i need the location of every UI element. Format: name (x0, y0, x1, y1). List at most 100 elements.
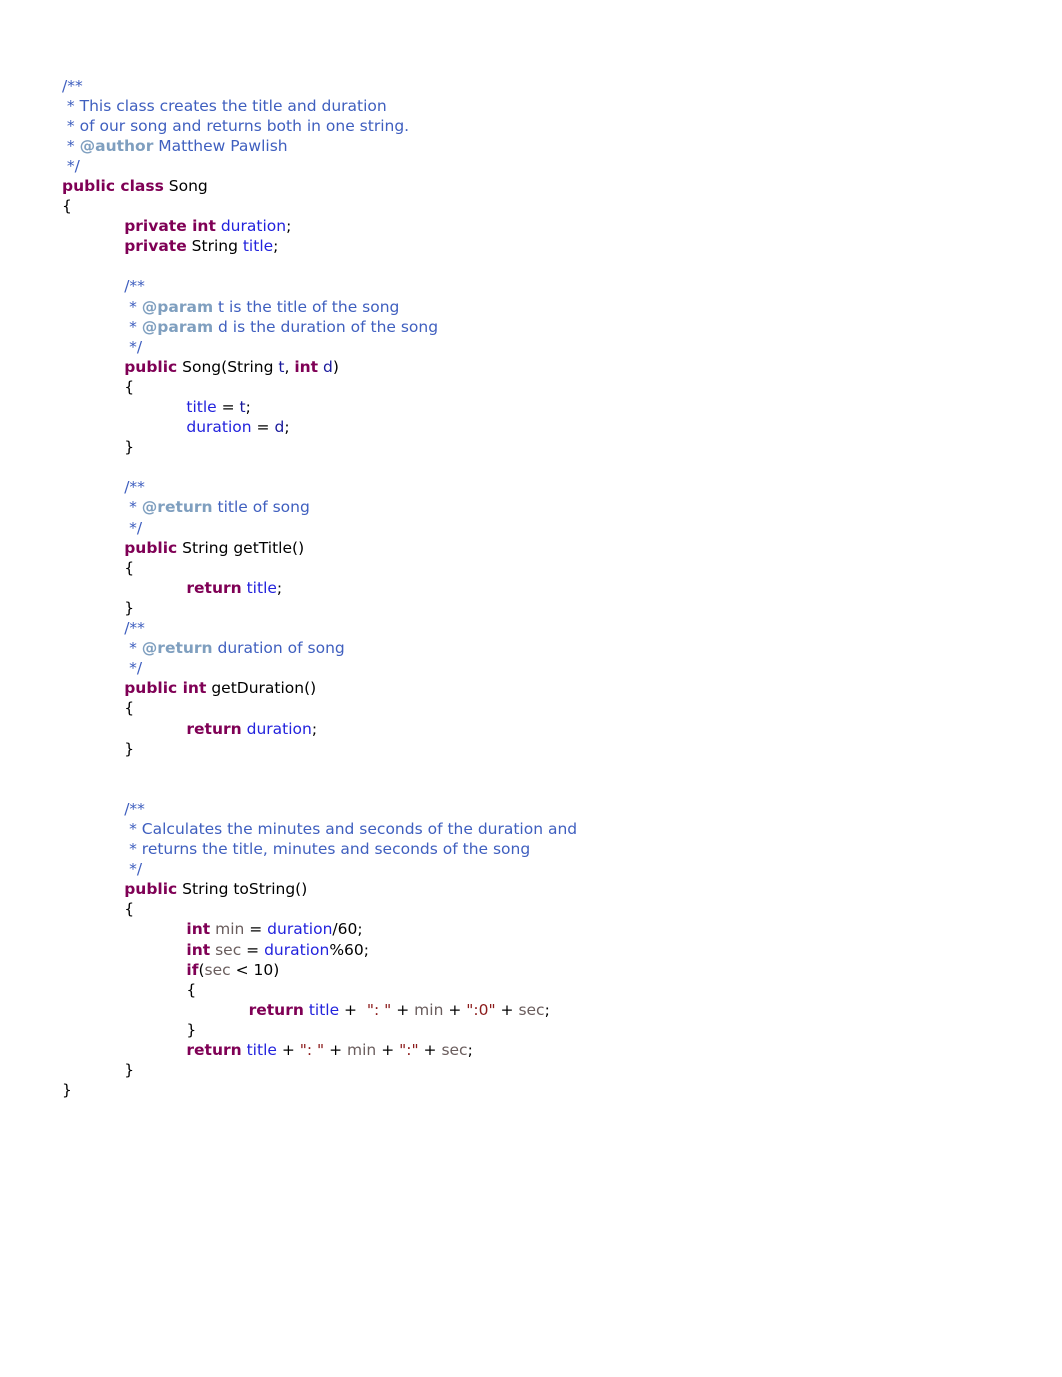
code-line: return title; (62, 578, 1022, 598)
code-token-pln: + (324, 1041, 348, 1059)
code-token-loc: sec (518, 1000, 545, 1019)
code-token-kw: public (124, 538, 178, 557)
code-token-kw: private (124, 237, 187, 256)
code-token-kw: return (186, 578, 242, 597)
code-token-pln: /60; (332, 920, 363, 939)
code-token-cmt: */ (124, 518, 143, 537)
code-token-cmt: * This class creates the title and durat… (62, 96, 387, 115)
code-token-pln: String getTitle() (177, 538, 305, 557)
code-line: */ (62, 658, 1022, 678)
code-line: return duration; (62, 719, 1022, 739)
code-token-fld: duration (186, 418, 252, 437)
code-token-pln: ; (276, 578, 283, 597)
code-token-pln: ; (284, 418, 290, 437)
code-token-pln: = (251, 418, 275, 437)
code-token-cmt: * (124, 639, 142, 658)
code-line: public int getDuration() (62, 678, 1022, 698)
code-line: title = t; (62, 397, 1022, 417)
code-token-pln: Song(String (177, 357, 279, 376)
code-token-cmt-tag: @return (141, 498, 213, 517)
code-line: { (62, 899, 1022, 919)
code-token-prm: d (274, 418, 285, 437)
code-token-cmt-tag: @param (141, 297, 214, 316)
code-line: * returns the title, minutes and seconds… (62, 839, 1022, 859)
code-line: { (62, 980, 1022, 1000)
code-token-loc: min (215, 920, 245, 939)
code-token-cmt: * (124, 498, 142, 517)
code-token-pln: + (376, 1041, 400, 1059)
code-token-cmt: /** (124, 478, 145, 497)
code-token-pln: { (124, 377, 135, 396)
code-token-loc: min (414, 1000, 444, 1019)
code-token-cmt: /** (124, 619, 145, 638)
code-token-cmt: */ (62, 156, 80, 175)
code-token-str: ":" (399, 1041, 419, 1059)
code-token-cmt: * (124, 297, 142, 316)
code-token-kw: int (294, 357, 319, 376)
code-token-pln: + (339, 1000, 367, 1019)
code-line: } (62, 739, 1022, 759)
code-token-pln: , (284, 357, 295, 376)
code-token-cmt: * of our song and returns both in one st… (62, 116, 410, 135)
code-token-fld: title (308, 1000, 340, 1019)
code-line: { (62, 558, 1022, 578)
code-line: * Calculates the minutes and seconds of … (62, 819, 1022, 839)
code-line: public String getTitle() (62, 538, 1022, 558)
code-line: /** (62, 618, 1022, 638)
code-token-kw: return (186, 719, 242, 738)
code-token-loc: sec (204, 960, 231, 979)
code-line: * of our song and returns both in one st… (62, 116, 1022, 136)
code-token-kw: public (124, 880, 178, 899)
code-line: * @param d is the duration of the song (62, 317, 1022, 337)
code-token-cmt: t is the title of the song (213, 297, 400, 316)
code-token-pln: + (495, 1000, 519, 1019)
code-token-fld: title (246, 1041, 277, 1059)
code-line: } (62, 1020, 1022, 1040)
code-token-cmt: title of song (212, 498, 310, 517)
code-token-fld: duration (267, 920, 333, 939)
code-token-str: ": " (299, 1041, 325, 1059)
code-token-cmt: Matthew Pawlish (153, 136, 288, 155)
code-token-pln: ; (245, 398, 251, 416)
code-token-kw: return (248, 1000, 304, 1019)
code-line: } (62, 1060, 1022, 1080)
code-token-pln: } (124, 739, 135, 758)
code-token-pln: { (186, 980, 197, 999)
code-line: return title + ": " + min + ":0" + sec; (62, 1000, 1022, 1020)
code-token-cmt: * Calculates the minutes and seconds of … (124, 819, 578, 838)
code-token-pln: < 10) (230, 960, 280, 979)
code-token-loc: sec (215, 940, 242, 959)
code-line: */ (62, 156, 1022, 176)
code-token-pln: + (418, 1041, 442, 1059)
code-token-cmt: /** (124, 799, 145, 818)
code-line: * @return title of song (62, 497, 1022, 517)
code-line: * This class creates the title and durat… (62, 96, 1022, 116)
code-token-cmt: */ (124, 860, 143, 879)
code-line: public Song(String t, int d) (62, 357, 1022, 377)
code-token-pln: + (443, 1000, 467, 1019)
code-line: { (62, 377, 1022, 397)
code-token-pln: = (244, 920, 268, 939)
code-token-pln: getDuration() (206, 679, 317, 698)
code-token-str: ": " (366, 1000, 392, 1019)
code-line: } (62, 598, 1022, 618)
code-token-cmt: * (124, 317, 142, 336)
code-token-kw: public class (62, 176, 164, 195)
code-token-cmt: /** (62, 76, 83, 95)
code-token-prm: d (323, 357, 333, 376)
code-line: int sec = duration%60; (62, 940, 1022, 960)
code-token-pln: = (241, 940, 265, 959)
code-token-loc: sec (441, 1041, 468, 1059)
code-token-cmt: d is the duration of the song (213, 317, 439, 336)
code-token-kw: public int (124, 679, 207, 698)
code-line: /** (62, 76, 1022, 96)
code-token-pln: { (62, 197, 72, 216)
code-token-fld: duration (220, 217, 287, 236)
code-line: /** (62, 477, 1022, 497)
code-token-kw: if (186, 960, 199, 979)
code-token-pln: { (124, 699, 135, 718)
code-token-str: ":0" (466, 1000, 496, 1019)
